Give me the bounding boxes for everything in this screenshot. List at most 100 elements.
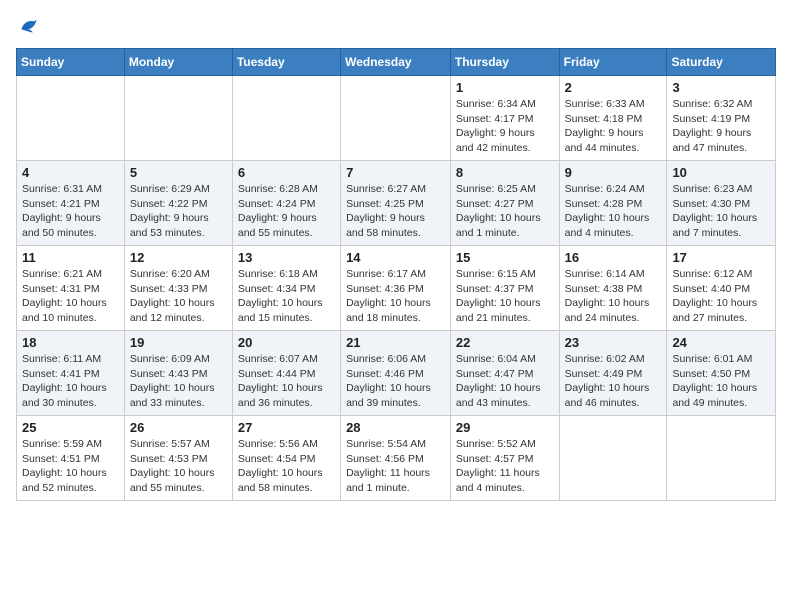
calendar-cell: 24 Sunrise: 6:01 AMSunset: 4:50 PMDayligh… xyxy=(667,331,776,416)
column-header-sunday: Sunday xyxy=(17,49,125,76)
calendar-cell: 2 Sunrise: 6:33 AMSunset: 4:18 PMDaylight… xyxy=(559,76,667,161)
day-info: Sunrise: 5:59 AMSunset: 4:51 PMDaylight:… xyxy=(22,437,119,496)
day-info: Sunrise: 6:15 AMSunset: 4:37 PMDaylight:… xyxy=(456,267,554,326)
day-info: Sunrise: 6:12 AMSunset: 4:40 PMDaylight:… xyxy=(672,267,770,326)
day-number: 3 xyxy=(672,80,770,95)
day-info: Sunrise: 6:33 AMSunset: 4:18 PMDaylight:… xyxy=(565,97,662,156)
day-number: 10 xyxy=(672,165,770,180)
calendar-cell xyxy=(17,76,125,161)
column-header-thursday: Thursday xyxy=(450,49,559,76)
day-info: Sunrise: 6:28 AMSunset: 4:24 PMDaylight:… xyxy=(238,182,335,241)
calendar-cell: 20 Sunrise: 6:07 AMSunset: 4:44 PMDayligh… xyxy=(232,331,340,416)
calendar-week-4: 18 Sunrise: 6:11 AMSunset: 4:41 PMDayligh… xyxy=(17,331,776,416)
day-number: 8 xyxy=(456,165,554,180)
calendar-cell: 11 Sunrise: 6:21 AMSunset: 4:31 PMDayligh… xyxy=(17,246,125,331)
calendar-cell: 21 Sunrise: 6:06 AMSunset: 4:46 PMDayligh… xyxy=(341,331,451,416)
calendar-cell xyxy=(232,76,340,161)
day-number: 17 xyxy=(672,250,770,265)
calendar-cell: 28 Sunrise: 5:54 AMSunset: 4:56 PMDayligh… xyxy=(341,416,451,501)
day-number: 5 xyxy=(130,165,227,180)
calendar-week-2: 4 Sunrise: 6:31 AMSunset: 4:21 PMDaylight… xyxy=(17,161,776,246)
day-number: 20 xyxy=(238,335,335,350)
calendar-cell: 1Sunrise: 6:34 AMSunset: 4:17 PMDaylight… xyxy=(450,76,559,161)
logo xyxy=(16,16,38,36)
day-info: Sunrise: 6:25 AMSunset: 4:27 PMDaylight:… xyxy=(456,182,554,241)
day-info: Sunrise: 5:57 AMSunset: 4:53 PMDaylight:… xyxy=(130,437,227,496)
day-info: Sunrise: 6:29 AMSunset: 4:22 PMDaylight:… xyxy=(130,182,227,241)
column-header-tuesday: Tuesday xyxy=(232,49,340,76)
day-number: 21 xyxy=(346,335,445,350)
day-number: 19 xyxy=(130,335,227,350)
calendar-cell: 16Sunrise: 6:14 AMSunset: 4:38 PMDayligh… xyxy=(559,246,667,331)
day-number: 28 xyxy=(346,420,445,435)
day-number: 2 xyxy=(565,80,662,95)
calendar-cell: 19 Sunrise: 6:09 AMSunset: 4:43 PMDayligh… xyxy=(124,331,232,416)
day-number: 13 xyxy=(238,250,335,265)
day-number: 11 xyxy=(22,250,119,265)
day-number: 24 xyxy=(672,335,770,350)
day-info: Sunrise: 6:04 AMSunset: 4:47 PMDaylight:… xyxy=(456,352,554,411)
day-number: 9 xyxy=(565,165,662,180)
day-info: Sunrise: 6:11 AMSunset: 4:41 PMDaylight:… xyxy=(22,352,119,411)
day-number: 27 xyxy=(238,420,335,435)
day-number: 12 xyxy=(130,250,227,265)
column-header-friday: Friday xyxy=(559,49,667,76)
calendar-cell: 14 Sunrise: 6:17 AMSunset: 4:36 PMDayligh… xyxy=(341,246,451,331)
calendar-cell: 13 Sunrise: 6:18 AMSunset: 4:34 PMDayligh… xyxy=(232,246,340,331)
day-number: 29 xyxy=(456,420,554,435)
day-number: 1 xyxy=(456,80,554,95)
page-header xyxy=(16,16,776,36)
calendar-header-row: SundayMondayTuesdayWednesdayThursdayFrid… xyxy=(17,49,776,76)
calendar-cell: 9 Sunrise: 6:24 AMSunset: 4:28 PMDaylight… xyxy=(559,161,667,246)
calendar-cell xyxy=(124,76,232,161)
calendar-cell: 10 Sunrise: 6:23 AMSunset: 4:30 PMDayligh… xyxy=(667,161,776,246)
day-number: 23 xyxy=(565,335,662,350)
day-info: Sunrise: 5:56 AMSunset: 4:54 PMDaylight:… xyxy=(238,437,335,496)
calendar-cell xyxy=(559,416,667,501)
logo-bird-icon xyxy=(18,16,38,36)
day-number: 14 xyxy=(346,250,445,265)
day-info: Sunrise: 6:07 AMSunset: 4:44 PMDaylight:… xyxy=(238,352,335,411)
calendar-cell: 29 Sunrise: 5:52 AMSunset: 4:57 PMDayligh… xyxy=(450,416,559,501)
calendar-cell: 23 Sunrise: 6:02 AMSunset: 4:49 PMDayligh… xyxy=(559,331,667,416)
calendar-cell xyxy=(341,76,451,161)
calendar-cell: 27 Sunrise: 5:56 AMSunset: 4:54 PMDayligh… xyxy=(232,416,340,501)
day-info: Sunrise: 5:52 AMSunset: 4:57 PMDaylight:… xyxy=(456,437,554,496)
day-info: Sunrise: 6:23 AMSunset: 4:30 PMDaylight:… xyxy=(672,182,770,241)
column-header-saturday: Saturday xyxy=(667,49,776,76)
day-number: 25 xyxy=(22,420,119,435)
calendar-cell: 8 Sunrise: 6:25 AMSunset: 4:27 PMDaylight… xyxy=(450,161,559,246)
calendar-table: SundayMondayTuesdayWednesdayThursdayFrid… xyxy=(16,48,776,501)
calendar-cell: 15 Sunrise: 6:15 AMSunset: 4:37 PMDayligh… xyxy=(450,246,559,331)
calendar-week-1: 1Sunrise: 6:34 AMSunset: 4:17 PMDaylight… xyxy=(17,76,776,161)
calendar-cell: 17 Sunrise: 6:12 AMSunset: 4:40 PMDayligh… xyxy=(667,246,776,331)
calendar-cell: 6 Sunrise: 6:28 AMSunset: 4:24 PMDaylight… xyxy=(232,161,340,246)
calendar-cell: 22Sunrise: 6:04 AMSunset: 4:47 PMDayligh… xyxy=(450,331,559,416)
day-info: Sunrise: 6:02 AMSunset: 4:49 PMDaylight:… xyxy=(565,352,662,411)
day-number: 4 xyxy=(22,165,119,180)
day-number: 16 xyxy=(565,250,662,265)
calendar-cell: 4 Sunrise: 6:31 AMSunset: 4:21 PMDaylight… xyxy=(17,161,125,246)
day-info: Sunrise: 6:27 AMSunset: 4:25 PMDaylight:… xyxy=(346,182,445,241)
day-number: 6 xyxy=(238,165,335,180)
day-info: Sunrise: 6:24 AMSunset: 4:28 PMDaylight:… xyxy=(565,182,662,241)
day-info: Sunrise: 6:20 AMSunset: 4:33 PMDaylight:… xyxy=(130,267,227,326)
calendar-cell: 3 Sunrise: 6:32 AMSunset: 4:19 PMDaylight… xyxy=(667,76,776,161)
calendar-week-5: 25 Sunrise: 5:59 AMSunset: 4:51 PMDayligh… xyxy=(17,416,776,501)
day-info: Sunrise: 6:06 AMSunset: 4:46 PMDaylight:… xyxy=(346,352,445,411)
day-info: Sunrise: 6:01 AMSunset: 4:50 PMDaylight:… xyxy=(672,352,770,411)
day-number: 18 xyxy=(22,335,119,350)
day-info: Sunrise: 6:21 AMSunset: 4:31 PMDaylight:… xyxy=(22,267,119,326)
calendar-cell: 18 Sunrise: 6:11 AMSunset: 4:41 PMDayligh… xyxy=(17,331,125,416)
calendar-week-3: 11 Sunrise: 6:21 AMSunset: 4:31 PMDayligh… xyxy=(17,246,776,331)
day-info: Sunrise: 6:09 AMSunset: 4:43 PMDaylight:… xyxy=(130,352,227,411)
day-info: Sunrise: 6:17 AMSunset: 4:36 PMDaylight:… xyxy=(346,267,445,326)
day-number: 7 xyxy=(346,165,445,180)
calendar-cell: 7 Sunrise: 6:27 AMSunset: 4:25 PMDaylight… xyxy=(341,161,451,246)
day-info: Sunrise: 5:54 AMSunset: 4:56 PMDaylight:… xyxy=(346,437,445,496)
day-info: Sunrise: 6:31 AMSunset: 4:21 PMDaylight:… xyxy=(22,182,119,241)
day-info: Sunrise: 6:18 AMSunset: 4:34 PMDaylight:… xyxy=(238,267,335,326)
day-info: Sunrise: 6:32 AMSunset: 4:19 PMDaylight:… xyxy=(672,97,770,156)
calendar-cell: 25 Sunrise: 5:59 AMSunset: 4:51 PMDayligh… xyxy=(17,416,125,501)
day-number: 15 xyxy=(456,250,554,265)
